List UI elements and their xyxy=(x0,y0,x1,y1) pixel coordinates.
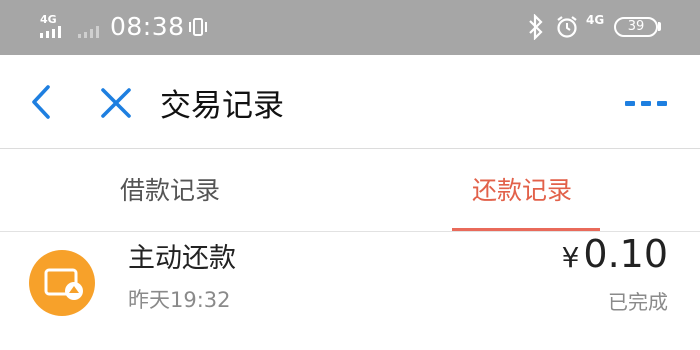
network-type-right: 4G xyxy=(586,13,605,27)
record-amount: ¥0.10 xyxy=(562,232,668,276)
record-tabs: 借款记录 还款记录 xyxy=(0,149,700,231)
back-arrow-icon[interactable] xyxy=(26,83,60,121)
close-icon[interactable] xyxy=(98,85,134,121)
more-options-icon[interactable] xyxy=(622,93,670,113)
signal-strength-icon xyxy=(40,26,61,38)
bluetooth-icon xyxy=(529,14,543,40)
battery-level: 39 xyxy=(627,19,645,34)
record-title: 主动还款 xyxy=(128,243,236,274)
amount-value: 0.10 xyxy=(583,232,668,276)
vibrate-icon xyxy=(189,18,207,36)
navigation-bar: 交易记录 xyxy=(0,55,700,148)
alarm-icon xyxy=(557,16,577,38)
list-item[interactable]: 主动还款 昨天19:32 ¥0.10 已完成 xyxy=(0,232,700,350)
status-time: 08:38 xyxy=(110,12,185,41)
battery-cap-icon xyxy=(658,22,661,31)
battery-indicator: 39 xyxy=(614,17,658,37)
currency-symbol: ¥ xyxy=(561,241,580,274)
tab-repayment-records[interactable]: 还款记录 xyxy=(472,171,572,207)
wallet-upload-icon xyxy=(44,268,83,300)
signal-strength-secondary-icon xyxy=(78,26,99,38)
record-time: 昨天19:32 xyxy=(128,288,231,312)
status-bar: 4G 08:38 4G 39 xyxy=(0,0,700,55)
network-type-left: 4G xyxy=(40,13,57,26)
tab-borrow-records[interactable]: 借款记录 xyxy=(120,171,220,207)
repayment-type-icon xyxy=(29,250,95,316)
page-title: 交易记录 xyxy=(160,88,284,124)
record-status: 已完成 xyxy=(608,290,668,314)
